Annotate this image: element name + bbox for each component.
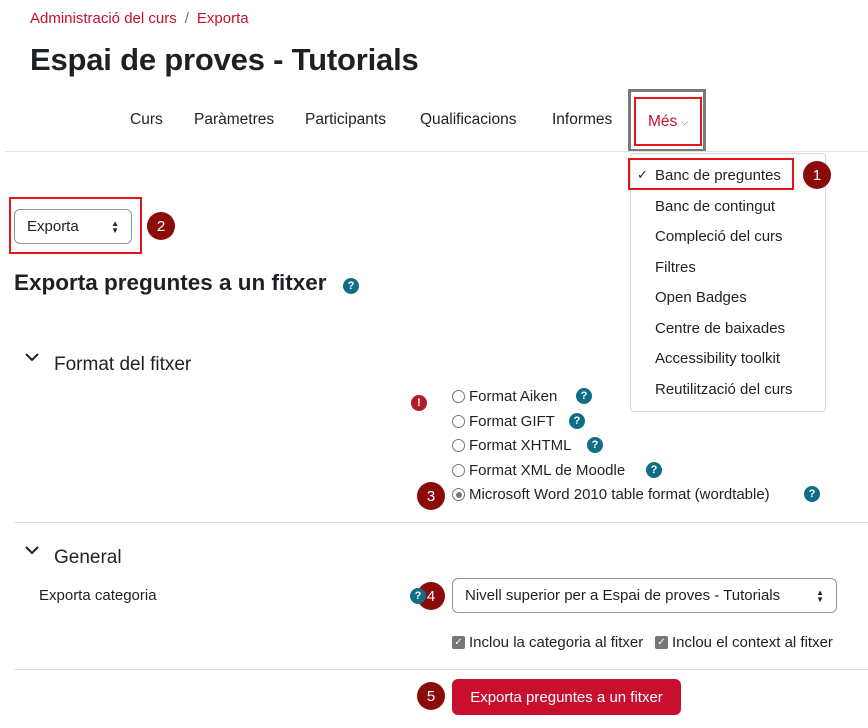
checkbox-include-context[interactable]: ✓ — [655, 636, 668, 649]
step-badge-2: 2 — [147, 212, 175, 240]
radio-format-xhtml[interactable] — [452, 439, 465, 452]
section-title: Exporta preguntes a un fitxer — [14, 270, 327, 295]
breadcrumb-separator: / — [184, 10, 189, 27]
help-icon[interactable]: ? — [576, 388, 592, 404]
dropdown-item-content-bank[interactable]: Banc de contingut — [655, 198, 775, 215]
help-icon[interactable]: ? — [646, 462, 662, 478]
chevron-down-icon: ⌵ — [681, 117, 689, 127]
select-arrows-icon: ▲ ▼ — [816, 588, 824, 604]
breadcrumb: Administració del curs / Exporta — [30, 10, 249, 27]
more-menu-button[interactable]: Més ⌵ — [634, 97, 702, 146]
checkbox-label-include-category: Inclou la categoria al fitxer — [469, 634, 644, 651]
radio-label-aiken: Format Aiken — [469, 388, 558, 405]
dropdown-item-download-center[interactable]: Centre de baixades — [655, 320, 785, 337]
nav-tab-grades[interactable]: Qualificacions — [420, 111, 517, 129]
help-icon[interactable]: ? — [410, 588, 426, 604]
radio-label-gift: Format GIFT — [469, 413, 555, 430]
dropdown-item-filters[interactable]: Filtres — [655, 259, 696, 276]
general-section-title[interactable]: General — [54, 547, 122, 569]
select-arrows-icon: ▲ ▼ — [111, 219, 119, 235]
radio-format-gift[interactable] — [452, 415, 465, 428]
export-category-value: Nivell superior per a Espai de proves - … — [465, 587, 781, 604]
nav-tab-reports[interactable]: Informes — [552, 111, 612, 129]
dropdown-item-open-badges[interactable]: Open Badges — [655, 289, 747, 306]
chevron-down-icon[interactable] — [25, 353, 39, 362]
step-badge-5: 5 — [417, 682, 445, 710]
nav-divider — [5, 151, 868, 152]
nav-tab-course[interactable]: Curs — [130, 111, 163, 129]
radio-label-moodle-xml: Format XML de Moodle — [469, 462, 626, 479]
checkbox-include-category[interactable]: ✓ — [452, 636, 465, 649]
dropdown-item-accessibility-toolkit[interactable]: Accessibility toolkit — [655, 350, 780, 367]
help-icon[interactable]: ? — [587, 437, 603, 453]
radio-format-wordtable[interactable] — [452, 488, 465, 501]
help-icon[interactable]: ? — [343, 278, 359, 294]
dropdown-item-course-reuse[interactable]: Reutilització del curs — [655, 381, 793, 398]
dropdown-item-course-completion[interactable]: Compleció del curs — [655, 228, 783, 245]
help-icon[interactable]: ? — [569, 413, 585, 429]
more-menu-label: Més — [647, 112, 678, 130]
section-divider — [14, 522, 868, 523]
question-bank-highlight — [628, 158, 794, 190]
section-divider — [14, 669, 868, 670]
page-select-value: Exporta — [27, 218, 79, 235]
radio-label-wordtable: Microsoft Word 2010 table format (wordta… — [469, 486, 770, 503]
more-dropdown-menu — [630, 153, 826, 412]
breadcrumb-link-export[interactable]: Exporta — [197, 10, 249, 27]
breadcrumb-link-admin[interactable]: Administració del curs — [30, 10, 177, 27]
export-category-label: Exporta categoria — [39, 587, 157, 604]
nav-tab-settings[interactable]: Paràmetres — [194, 111, 274, 129]
help-icon[interactable]: ? — [804, 486, 820, 502]
nav-tab-participants[interactable]: Participants — [305, 111, 386, 129]
step-badge-3: 3 — [417, 482, 445, 510]
page-title: Espai de proves - Tutorials — [30, 42, 419, 77]
step-badge-1: 1 — [803, 161, 831, 189]
radio-format-aiken[interactable] — [452, 390, 465, 403]
format-section-title[interactable]: Format del fitxer — [54, 354, 191, 376]
export-questions-button[interactable]: Exporta preguntes a un fitxer — [452, 679, 681, 715]
error-icon: ! — [411, 395, 427, 411]
page-select[interactable]: Exporta ▲ ▼ — [14, 209, 132, 244]
radio-label-xhtml: Format XHTML — [469, 437, 572, 454]
radio-format-moodle-xml[interactable] — [452, 464, 465, 477]
export-category-select[interactable]: Nivell superior per a Espai de proves - … — [452, 578, 837, 613]
chevron-down-icon[interactable] — [25, 546, 39, 555]
checkbox-label-include-context: Inclou el context al fitxer — [672, 634, 833, 651]
